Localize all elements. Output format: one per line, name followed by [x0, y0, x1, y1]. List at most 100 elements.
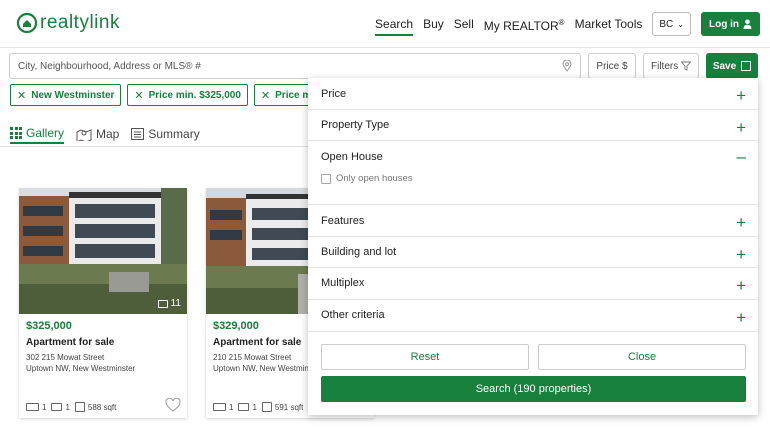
section-label: Price	[321, 88, 347, 100]
camera-icon	[157, 299, 168, 308]
filter-section-price[interactable]: Price +	[308, 78, 758, 110]
user-icon	[743, 19, 752, 29]
filter-section-features[interactable]: Features +	[308, 205, 758, 237]
bath-icon	[238, 403, 250, 411]
floppy-disk-icon	[741, 61, 752, 71]
tab-summary[interactable]: Summary	[131, 124, 200, 144]
nav-buy[interactable]: Buy	[423, 12, 444, 36]
bed-icon	[213, 403, 226, 411]
filter-section-building-lot[interactable]: Building and lot +	[308, 237, 758, 268]
chip-city[interactable]: ✕ New Westminster	[10, 84, 122, 106]
realtylink-logo-icon	[16, 12, 38, 34]
building-photo	[19, 188, 187, 314]
province-value: BC	[659, 18, 674, 30]
listing-meta: 1 1 588 sqft	[26, 402, 116, 412]
province-select[interactable]: BC ⌄	[652, 12, 691, 36]
section-label: Other criteria	[321, 309, 385, 321]
listing-address: 302 215 Mowat Street	[26, 353, 105, 362]
photo-count-value: 11	[170, 298, 181, 309]
save-label: Save	[712, 60, 737, 72]
bed-icon	[26, 403, 39, 411]
nav-my-realtor[interactable]: My REALTOR®	[484, 11, 565, 38]
listing-type: Apartment for sale	[26, 337, 115, 348]
close-icon[interactable]: ✕	[261, 89, 270, 102]
nav-search[interactable]: Search	[375, 12, 414, 36]
area: 591 sqft	[274, 402, 304, 412]
expand-icon[interactable]: +	[736, 87, 746, 104]
price-filter-label: Price	[596, 60, 620, 72]
collapse-icon[interactable]: –	[737, 148, 746, 165]
heart-icon[interactable]	[165, 398, 181, 412]
search-submit-button[interactable]: Search (190 properties)	[321, 376, 746, 402]
tab-gallery-label: Gallery	[26, 126, 65, 140]
filter-section-property-type[interactable]: Property Type +	[308, 110, 758, 141]
bathrooms: 1	[252, 402, 257, 412]
chip-label: Price min. $325,000	[148, 89, 241, 101]
filter-section-multiplex[interactable]: Multiplex +	[308, 268, 758, 300]
section-label: Building and lot	[321, 246, 397, 258]
list-icon	[131, 128, 145, 140]
location-pin-icon	[562, 60, 572, 72]
expand-icon[interactable]: +	[736, 277, 746, 294]
filters-button[interactable]: Filters	[643, 53, 699, 79]
chip-label: New Westminster	[31, 89, 115, 101]
expand-icon[interactable]: +	[736, 309, 746, 326]
checkbox[interactable]	[321, 173, 331, 184]
expand-icon[interactable]: +	[736, 119, 746, 136]
expand-icon[interactable]: +	[736, 246, 746, 263]
funnel-icon	[681, 61, 691, 71]
tab-map-label: Map	[96, 127, 120, 141]
login-button[interactable]: Log in	[701, 12, 760, 36]
area-icon	[74, 402, 85, 412]
listing-neighbourhood: Uptown NW, New Westminster	[26, 364, 136, 373]
main-nav: Search Buy Sell My REALTOR® Market Tools…	[365, 12, 760, 36]
section-label: Property Type	[321, 119, 390, 131]
listing-neighbourhood: Uptown NW, New Westmin	[213, 364, 309, 373]
logo[interactable]: realtylink	[16, 12, 120, 34]
price-filter-button[interactable]: Price $	[588, 53, 636, 79]
nav-market-tools[interactable]: Market Tools	[575, 12, 643, 36]
bath-icon	[51, 403, 63, 411]
view-tabs: Gallery Map Summary	[10, 124, 212, 146]
area: 588 sqft	[87, 402, 117, 412]
section-label: Multiplex	[321, 277, 365, 289]
bathrooms: 1	[65, 402, 70, 412]
section-label: Features	[321, 215, 365, 227]
login-label: Log in	[709, 18, 739, 30]
bedrooms: 1	[42, 402, 47, 412]
section-label: Open House	[321, 151, 383, 163]
close-button[interactable]: Close	[538, 344, 746, 370]
filter-panel: Price + Property Type + Open House – Onl…	[308, 78, 758, 415]
listing-meta: 1 1 591 sqft	[213, 402, 303, 412]
search-input[interactable]: City, Neighbourhood, Address or MLS® #	[9, 53, 581, 79]
close-icon[interactable]: ✕	[134, 89, 143, 102]
nav-sell[interactable]: Sell	[454, 12, 474, 36]
photo-count: 11	[157, 298, 181, 309]
nav-my-realtor-label: My REALTOR	[483, 18, 559, 33]
listing-type: Apartment for sale	[213, 337, 302, 348]
filter-section-other[interactable]: Other criteria +	[308, 300, 758, 332]
area-icon	[261, 402, 272, 412]
listing-photo[interactable]: 11	[19, 188, 187, 314]
reset-button[interactable]: Reset	[321, 344, 529, 370]
map-icon	[76, 128, 92, 141]
chevron-down-icon: ⌄	[677, 19, 684, 29]
checkbox-label: Only open houses	[336, 173, 413, 184]
grid-icon	[10, 127, 22, 139]
active-filter-chips: ✕ New Westminster ✕ Price min. $325,000 …	[10, 84, 352, 106]
tab-gallery[interactable]: Gallery	[10, 124, 65, 144]
listing-card[interactable]: 11 $325,000 Apartment for sale 302 215 M…	[19, 188, 187, 418]
listing-price: $325,000	[26, 320, 72, 332]
search-placeholder: City, Neighbourhood, Address or MLS® #	[18, 60, 201, 72]
tab-summary-label: Summary	[148, 127, 200, 141]
listing-price: $329,000	[213, 320, 259, 332]
close-icon[interactable]: ✕	[17, 89, 26, 102]
listing-address: 210 215 Mowat Street	[213, 353, 292, 362]
tab-map[interactable]: Map	[76, 124, 119, 144]
open-house-checkbox[interactable]: Only open houses	[321, 173, 413, 184]
expand-icon[interactable]: +	[736, 214, 746, 231]
chip-price-min[interactable]: ✕ Price min. $325,000	[127, 84, 248, 106]
filters-label: Filters	[650, 60, 679, 72]
bedrooms: 1	[229, 402, 234, 412]
save-search-button[interactable]: Save	[706, 53, 758, 79]
